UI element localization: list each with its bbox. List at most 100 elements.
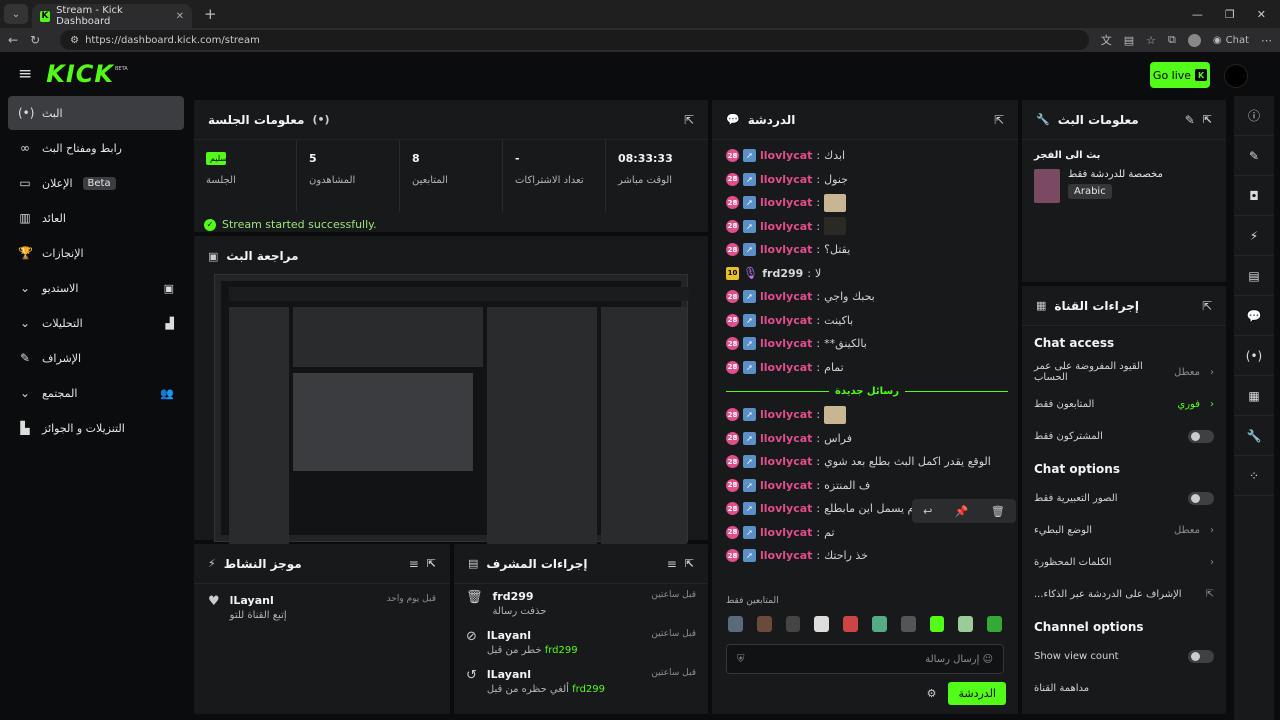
document-icon[interactable]: ▤ [1234,256,1274,296]
chat-message[interactable]: 28 ➚ llovlycat: **بالكينق [726,332,1008,356]
followers-only-row[interactable]: المتابعون فقط فوري › [1022,388,1226,420]
sidebar-item-stream-key[interactable]: ∞ رابط ومفتاح البث [8,131,184,165]
sidebar-item-studio[interactable]: ⌄ الاستديو ▣ [8,271,184,305]
chat-message[interactable]: 28 ➚ llovlycat: الوقع يقدر اكمل البث بطلع ب… [726,450,1008,474]
emote-icon[interactable] [871,616,887,632]
sidebar-item-community[interactable]: ⌄ المجتمع 👥 [8,376,184,410]
minimize-icon[interactable]: — [1192,8,1203,21]
profile-icon[interactable] [1187,33,1201,47]
raid-row[interactable]: مداهمة القناة [1022,672,1226,704]
sidebar-item-ads[interactable]: ▭ الإعلان Beta [8,166,184,200]
reload-icon[interactable]: ↻ [30,33,40,47]
chat-username[interactable]: llovlycat [760,549,812,562]
apps-icon[interactable]: ⁘ [1234,456,1274,496]
chat-username[interactable]: llovlycat [760,220,812,233]
popout-icon[interactable]: ⇱ [1203,113,1212,126]
menu-icon[interactable]: ≡ [18,64,32,84]
site-info-icon[interactable]: ⚙ [70,35,79,46]
chat-message[interactable]: 28 ➚ llovlycat: خذ راحتك [726,544,1008,568]
more-icon[interactable]: ⋯ [1261,34,1272,47]
sidebar-item-analytics[interactable]: ⌄ التحليلات ▟ [8,306,184,340]
gear-icon[interactable]: ⚙ [927,687,937,700]
tab-menu-button[interactable]: ⌄ [4,4,28,24]
account-age-row[interactable]: القيود المفروضة على عمر الحساب معطل › [1022,356,1226,388]
restore-icon[interactable]: ❐ [1225,8,1235,21]
chat-input[interactable]: ⛨ إرسال رسالة ☺ [726,644,1004,674]
go-live-button[interactable]: Go live K [1150,62,1210,88]
chat-username[interactable]: llovlycat [760,361,812,374]
chat-message[interactable]: 10 🎙 frd299: لا [726,262,1008,286]
back-icon[interactable]: ← [8,33,18,47]
chat-message[interactable]: 28 ➚ llovlycat: جنول [726,168,1008,192]
new-tab-button[interactable]: + [204,5,217,23]
reply-icon[interactable]: ↩ [923,505,932,518]
chat-username[interactable]: llovlycat [760,314,812,327]
chat-message[interactable]: 28 ➚ llovlycat: يقتل؟ [726,238,1008,262]
sidebar-item-drops[interactable]: ▙ التنزيلات و الجوائز [8,411,184,445]
emote-icon[interactable] [843,616,858,632]
popout-icon[interactable]: ⇱ [1202,299,1212,313]
info-icon[interactable]: ⓘ [1234,96,1274,136]
stream-preview-video[interactable] [214,274,689,547]
chat-message[interactable]: 28 ➚ llovlycat: [726,191,1008,215]
chat-username[interactable]: llovlycat [760,337,812,350]
copilot-chat-button[interactable]: ◉ Chat [1213,35,1249,46]
subscribers-only-toggle[interactable] [1188,429,1214,443]
user-avatar[interactable] [1224,64,1248,88]
lightning-icon[interactable]: ⚡ [1234,216,1274,256]
chat-username[interactable]: llovlycat [760,173,812,186]
ai-moderation-row[interactable]: ...الإشراف على الدردشة عبر الذكاء ⇱ [1022,578,1226,610]
popout-icon[interactable]: ⇱ [684,113,694,127]
chat-username[interactable]: llovlycat [760,502,812,515]
chat-username[interactable]: llovlycat [760,149,812,162]
emote-icon[interactable] [814,616,830,632]
chat-username[interactable]: llovlycat [760,243,812,256]
chat-message[interactable]: 28 ➚ llovlycat: [726,215,1008,239]
sidebar-item-achievements[interactable]: 🏆 الإنجازات [8,236,184,270]
sidebar-item-revenue[interactable]: ▥ العائد [8,201,184,235]
emote-icon[interactable] [728,616,743,632]
popout-icon[interactable]: ⇱ [685,557,694,570]
chat-message[interactable]: 28 ➚ llovlycat: ابدك [726,144,1008,168]
edit-icon[interactable]: ✎ [1185,113,1195,127]
emote-icon[interactable] [756,616,772,632]
chat-message[interactable]: 28 ➚ llovlycat: ف المنتزه [726,474,1008,498]
chat-username[interactable]: llovlycat [760,408,812,421]
chat-message[interactable]: 28 ➚ llovlycat: [726,403,1008,427]
url-field[interactable]: ⚙ https://dashboard.kick.com/stream [60,30,1089,50]
emote-icon[interactable] [785,616,801,632]
send-chat-button[interactable]: الدردشة [948,682,1006,705]
sidebar-item-stream[interactable]: (•) البث [8,96,184,130]
close-window-icon[interactable]: ✕ [1257,8,1266,21]
translate-icon[interactable]: 文 [1101,32,1112,48]
emote-icon[interactable] [987,616,1002,632]
filter-icon[interactable]: ≡ [667,557,677,571]
view-count-toggle[interactable] [1188,649,1214,663]
delete-icon[interactable]: 🗑 [991,505,1005,518]
chat-message[interactable]: 28 ➚ llovlycat: بحبك واجي [726,285,1008,309]
favorite-icon[interactable]: ☆ [1146,34,1156,47]
chat-message[interactable]: 28 ➚ llovlycat: فراس [726,427,1008,451]
camera-icon[interactable]: ◘ [1234,176,1274,216]
chat-username[interactable]: llovlycat [760,196,812,209]
channel-icon[interactable]: ▦ [1234,376,1274,416]
read-icon[interactable]: ▤ [1124,34,1134,47]
chat-message[interactable]: 28 ➚ llovlycat: تمام [726,356,1008,380]
browser-tab[interactable]: K Stream - Kick Dashboard ✕ [32,4,192,28]
emote-icon[interactable] [958,616,974,632]
popout-icon[interactable]: ⇱ [994,113,1004,127]
chat-username[interactable]: llovlycat [760,479,812,492]
popout-icon[interactable]: ⇱ [427,557,436,570]
chat-username[interactable]: frd299 [762,267,803,280]
collections-icon[interactable]: ⧉ [1168,33,1176,47]
chat-username[interactable]: llovlycat [760,432,812,445]
filter-icon[interactable]: ≡ [409,557,419,571]
pin-icon[interactable]: 📌 [955,505,969,518]
broadcast-icon[interactable]: (•) [1234,336,1274,376]
banned-words-row[interactable]: الكلمات المحظورة › [1022,546,1226,578]
chat-username[interactable]: llovlycat [760,290,812,303]
slow-mode-row[interactable]: الوضع البطيء معطل › [1022,514,1226,546]
close-tab-icon[interactable]: ✕ [176,11,184,22]
chat-message[interactable]: 28 ➚ llovlycat: تم [726,521,1008,545]
chat-username[interactable]: llovlycat [760,455,812,468]
